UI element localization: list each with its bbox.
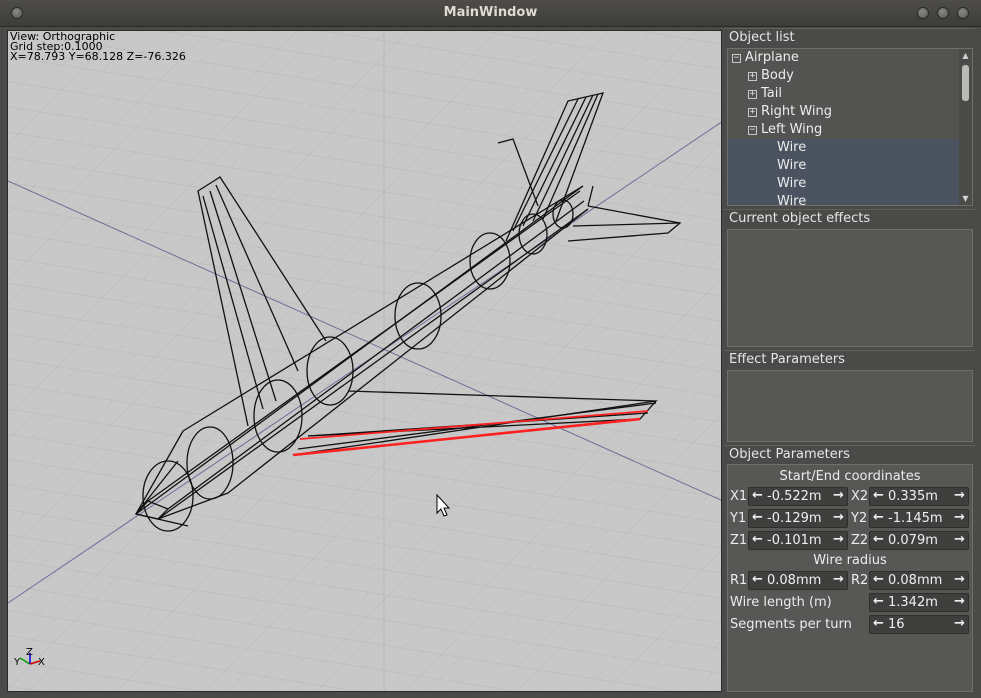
axis-label-x: X: [38, 657, 45, 668]
increment-arrow-icon[interactable]: →: [830, 488, 847, 505]
y1-label: Y1: [730, 511, 747, 526]
increment-arrow-icon[interactable]: →: [951, 532, 968, 549]
effect-params-panel: Effect Parameters: [724, 350, 975, 369]
effect-params-header: Effect Parameters: [724, 350, 975, 369]
r2-spinbox[interactable]: ← 0.08mm →: [869, 571, 969, 590]
increment-arrow-icon[interactable]: →: [830, 572, 847, 589]
cursor-coordinates: X=78.793 Y=68.128 Z=-76.326: [10, 50, 186, 63]
r1-label: R1: [730, 573, 748, 588]
expand-icon[interactable]: +: [748, 90, 757, 99]
z1-label: Z1: [730, 533, 748, 548]
object-params-panel: Object Parameters: [724, 445, 975, 464]
scroll-up-icon[interactable]: ▲: [959, 51, 972, 60]
decrement-arrow-icon[interactable]: ←: [870, 532, 887, 549]
tree-item-left-wing[interactable]: − Left Wing: [728, 121, 961, 139]
increment-arrow-icon[interactable]: →: [951, 510, 968, 527]
x2-spinbox[interactable]: ← 0.335m →: [869, 487, 969, 506]
decrement-arrow-icon[interactable]: ←: [870, 616, 887, 633]
title-bar: MainWindow: [0, 0, 981, 27]
window-title: MainWindow: [443, 5, 538, 20]
x1-label: X1: [730, 489, 748, 504]
decrement-arrow-icon[interactable]: ←: [749, 488, 766, 505]
x1-spinbox[interactable]: ← -0.522m →: [748, 487, 848, 506]
expand-icon[interactable]: +: [748, 108, 757, 117]
grid-floor: [8, 31, 721, 691]
effects-header: Current object effects: [724, 209, 975, 228]
close-button-icon[interactable]: [957, 7, 969, 19]
tree-item-wire[interactable]: Wire: [728, 175, 961, 193]
effects-panel: Current object effects: [724, 209, 975, 228]
main-window: MainWindow Y Z X View: Orthographic Grid…: [0, 0, 981, 698]
tree-item-wire[interactable]: Wire: [728, 157, 961, 175]
collapse-icon[interactable]: −: [732, 54, 741, 63]
viewport-canvas[interactable]: Y Z X: [8, 31, 722, 692]
expand-icon[interactable]: +: [748, 72, 757, 81]
object-list-header: Object list: [724, 28, 975, 47]
object-list-panel: Object list: [724, 28, 975, 47]
radius-section-title: Wire radius: [813, 553, 887, 568]
tree-item-right-wing[interactable]: + Right Wing: [728, 103, 961, 121]
wire-length-label: Wire length (m): [730, 595, 832, 610]
increment-arrow-icon[interactable]: →: [951, 616, 968, 633]
increment-arrow-icon[interactable]: →: [951, 488, 968, 505]
z2-label: Z2: [851, 533, 869, 548]
decrement-arrow-icon[interactable]: ←: [870, 510, 887, 527]
tree-item-tail[interactable]: + Tail: [728, 85, 961, 103]
r1-spinbox[interactable]: ← 0.08mm →: [748, 571, 848, 590]
object-params-header: Object Parameters: [724, 445, 975, 464]
collapse-icon[interactable]: −: [748, 126, 757, 135]
x2-label: X2: [851, 489, 869, 504]
increment-arrow-icon[interactable]: →: [830, 532, 847, 549]
coords-section-title: Start/End coordinates: [779, 469, 921, 484]
tree-item-airplane[interactable]: − Airplane: [728, 49, 961, 67]
segments-spinbox[interactable]: ← 16 →: [869, 615, 969, 634]
segments-label: Segments per turn: [730, 617, 852, 632]
effect-params-area: [727, 370, 973, 442]
maximize-window-icon[interactable]: [937, 7, 949, 19]
tree-item-wire[interactable]: Wire: [728, 193, 961, 205]
z1-spinbox[interactable]: ← -0.101m →: [748, 531, 848, 550]
y2-spinbox[interactable]: ← -1.145m →: [869, 509, 969, 528]
effects-list[interactable]: [727, 229, 973, 347]
increment-arrow-icon[interactable]: →: [951, 594, 968, 611]
tree-scrollbar[interactable]: ▲ ▼: [959, 49, 972, 205]
decrement-arrow-icon[interactable]: ←: [870, 572, 887, 589]
decrement-arrow-icon[interactable]: ←: [749, 510, 766, 527]
decrement-arrow-icon[interactable]: ←: [870, 488, 887, 505]
minimize-window-icon[interactable]: [917, 7, 929, 19]
axis-label-y: Y: [13, 657, 21, 668]
y2-label: Y2: [851, 511, 868, 526]
decrement-arrow-icon[interactable]: ←: [749, 532, 766, 549]
scroll-down-icon[interactable]: ▼: [959, 194, 972, 203]
z2-spinbox[interactable]: ← 0.079m →: [869, 531, 969, 550]
tree-item-wire[interactable]: Wire: [728, 139, 961, 157]
scroll-thumb[interactable]: [962, 65, 969, 101]
r2-label: R2: [851, 573, 869, 588]
decrement-arrow-icon[interactable]: ←: [870, 594, 887, 611]
tree-item-body[interactable]: + Body: [728, 67, 961, 85]
wire-length-spinbox[interactable]: ← 1.342m →: [869, 593, 969, 612]
decrement-arrow-icon[interactable]: ←: [749, 572, 766, 589]
3d-viewport[interactable]: Y Z X View: Orthographic Grid step:0.100…: [7, 30, 722, 692]
object-tree[interactable]: − Airplane + Body + Tail + Right Wing − …: [727, 48, 973, 206]
axis-label-z: Z: [26, 647, 33, 658]
y1-spinbox[interactable]: ← -0.129m →: [748, 509, 848, 528]
increment-arrow-icon[interactable]: →: [830, 510, 847, 527]
increment-arrow-icon[interactable]: →: [951, 572, 968, 589]
